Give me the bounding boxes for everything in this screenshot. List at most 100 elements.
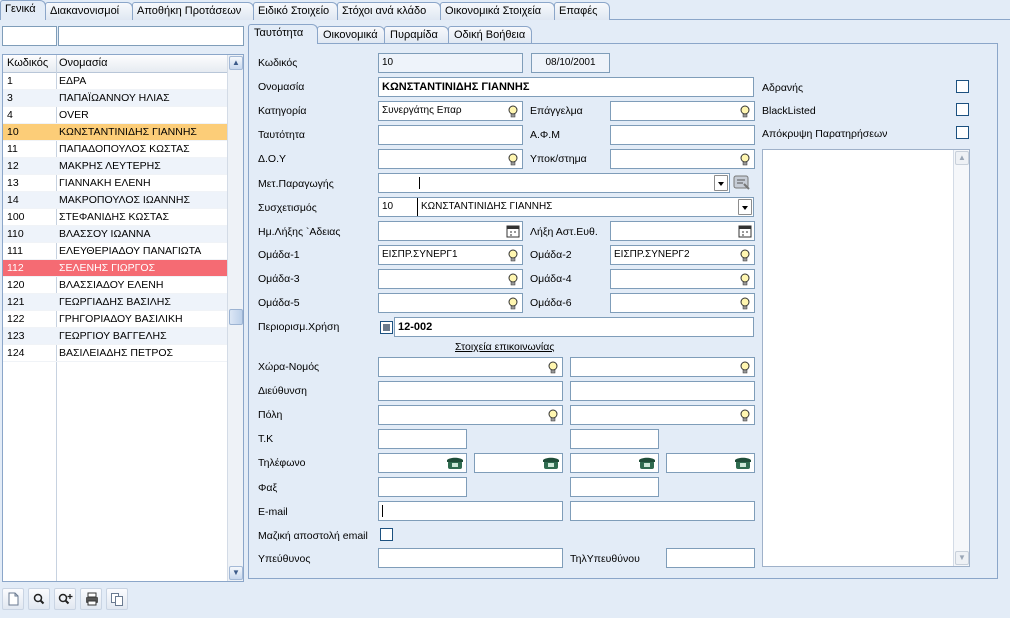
lookup-bulb-icon[interactable] — [738, 152, 752, 166]
tab-financial[interactable]: Οικονομικά Στοιχεία — [440, 2, 555, 20]
list-item[interactable]: 3 ΠΑΠΑΪΩΑΝΝΟΥ ΗΛΙΑΣ — [3, 90, 229, 107]
scroll-down-icon[interactable]: ▼ — [229, 566, 243, 580]
phone4-field[interactable] — [666, 453, 755, 473]
group6-field[interactable] — [610, 293, 755, 313]
list-item[interactable]: 124 ΒΑΣΙΛΕΙΑΔΗΣ ΠΕΤΡΟΣ — [3, 345, 229, 362]
calendar-icon[interactable] — [738, 224, 752, 238]
phone-icon[interactable] — [734, 456, 752, 470]
phone2-field[interactable] — [474, 453, 563, 473]
notes-scrollbar[interactable]: ▲ ▼ — [953, 150, 969, 566]
inactive-checkbox[interactable] — [956, 80, 969, 93]
group5-field[interactable] — [378, 293, 523, 313]
zip2-field[interactable] — [570, 429, 659, 449]
zip-field[interactable] — [378, 429, 467, 449]
tab-settlements[interactable]: Διακανονισμοί — [45, 2, 133, 20]
prefecture-field[interactable] — [570, 357, 755, 377]
association-select[interactable]: 10 ΚΩΝΣΤΑΝΤΙΝΙΔΗΣ ΓΙΑΝΝΗΣ — [378, 197, 754, 217]
list-item[interactable]: 14 ΜΑΚΡΟΠΟΥΛΟΣ ΙΩΑΝΝΗΣ — [3, 192, 229, 209]
group1-field[interactable]: ΕΙΣΠΡ.ΣΥΝΕΡΓ1 — [378, 245, 523, 265]
chevron-down-icon[interactable] — [738, 199, 752, 215]
lookup-bulb-icon[interactable] — [738, 248, 752, 262]
lookup-bulb-icon[interactable] — [738, 408, 752, 422]
lookup-bulb-icon[interactable] — [738, 360, 752, 374]
tab-branch-targets[interactable]: Στόχοι ανά κλάδο — [337, 2, 441, 20]
code-field[interactable]: 10 — [378, 53, 523, 73]
transfer-select[interactable] — [378, 173, 730, 193]
scroll-down-icon[interactable]: ▼ — [955, 551, 969, 565]
lookup-bulb-icon[interactable] — [506, 104, 520, 118]
chevron-down-icon[interactable] — [714, 175, 728, 191]
hide-notes-checkbox[interactable] — [956, 126, 969, 139]
email2-field[interactable] — [570, 501, 755, 521]
search-code-input[interactable] — [2, 26, 57, 46]
list-item[interactable]: 1 ΕΔΡΑ — [3, 73, 229, 90]
advanced-search-button[interactable] — [54, 588, 76, 610]
tab-road-assistance[interactable]: Οδική Βοήθεια — [448, 26, 532, 44]
blacklisted-checkbox[interactable] — [956, 103, 969, 116]
scroll-thumb[interactable] — [229, 309, 243, 325]
country-field[interactable] — [378, 357, 563, 377]
license-expiry-field[interactable] — [378, 221, 523, 241]
list-item[interactable]: 100 ΣΤΕΦΑΝΙΔΗΣ ΚΩΣΤΑΣ — [3, 209, 229, 226]
lookup-bulb-icon[interactable] — [506, 272, 520, 286]
lookup-bulb-icon[interactable] — [738, 296, 752, 310]
group3-field[interactable] — [378, 269, 523, 289]
tab-contacts[interactable]: Επαφές — [554, 2, 610, 20]
city2-field[interactable] — [570, 405, 755, 425]
address2-field[interactable] — [570, 381, 755, 401]
fax-field[interactable] — [378, 477, 467, 497]
print-button[interactable] — [80, 588, 102, 610]
notes-textarea[interactable]: ▲ ▼ — [762, 149, 970, 567]
responsible-field[interactable] — [378, 548, 563, 568]
phone3-field[interactable] — [570, 453, 659, 473]
list-item[interactable]: 12 ΜΑΚΡΗΣ ΛΕΥΤΕΡΗΣ — [3, 158, 229, 175]
list-item[interactable]: 4 OVER — [3, 107, 229, 124]
lookup-bulb-icon[interactable] — [546, 360, 560, 374]
notes-icon[interactable] — [733, 174, 751, 192]
city-field[interactable] — [378, 405, 563, 425]
fax2-field[interactable] — [570, 477, 659, 497]
lookup-bulb-icon[interactable] — [738, 272, 752, 286]
tab-economics[interactable]: Οικονομικά — [317, 26, 385, 44]
restricted-use-field[interactable]: 12-002 — [394, 317, 754, 337]
group2-field[interactable]: ΕΙΣΠΡ.ΣΥΝΕΡΓ2 — [610, 245, 755, 265]
list-item[interactable]: 121 ΓΕΩΡΓΙΑΔΗΣ ΒΑΣΙΛΗΣ — [3, 294, 229, 311]
tab-special-item[interactable]: Ειδικό Στοιχείο — [253, 2, 338, 20]
list-scrollbar[interactable]: ▲ ▼ — [227, 55, 243, 581]
date-field[interactable]: 08/10/2001 — [531, 53, 610, 73]
list-item[interactable]: 10 ΚΩΝΣΤΑΝΤΙΝΙΔΗΣ ΓΙΑΝΝΗΣ — [3, 124, 229, 141]
search-button[interactable] — [28, 588, 50, 610]
phone-icon[interactable] — [446, 456, 464, 470]
tab-identity[interactable]: Ταυτότητα — [248, 24, 318, 44]
email-field[interactable] — [378, 501, 563, 521]
list-item[interactable]: 111 ΕΛΕΥΘΕΡΙΑΔΟΥ ΠΑΝΑΓΙΩΤΑ — [3, 243, 229, 260]
column-name-header[interactable]: Ονομασία — [59, 55, 107, 72]
list-item[interactable]: 122 ΓΡΗΓΟΡΙΑΔΟΥ ΒΑΣΙΛΙΚΗ — [3, 311, 229, 328]
scroll-up-icon[interactable]: ▲ — [955, 151, 969, 165]
profession-field[interactable] — [610, 101, 755, 121]
scroll-up-icon[interactable]: ▲ — [229, 56, 243, 70]
afm-field[interactable] — [610, 125, 755, 145]
phone-icon[interactable] — [638, 456, 656, 470]
list-item[interactable]: 112 ΣΕΛΕΝΗΣ ΓΙΩΡΓΟΣ — [3, 260, 229, 277]
id-field[interactable] — [378, 125, 523, 145]
lookup-bulb-icon[interactable] — [738, 104, 752, 118]
new-record-button[interactable] — [2, 588, 24, 610]
list-item[interactable]: 13 ΓΙΑΝΝΑΚΗ ΕΛΕΝΗ — [3, 175, 229, 192]
restricted-use-checkbox[interactable] — [380, 321, 393, 334]
search-name-input[interactable] — [58, 26, 244, 46]
lookup-bulb-icon[interactable] — [506, 296, 520, 310]
list-item[interactable]: 110 ΒΛΑΣΣΟΥ ΙΩΑΝΝΑ — [3, 226, 229, 243]
category-field[interactable]: Συνεργάτης Επαρ — [378, 101, 523, 121]
group4-field[interactable] — [610, 269, 755, 289]
mass-email-checkbox[interactable] — [380, 528, 393, 541]
lookup-bulb-icon[interactable] — [546, 408, 560, 422]
address-field[interactable] — [378, 381, 563, 401]
copy-button[interactable] — [106, 588, 128, 610]
doy-field[interactable] — [378, 149, 523, 169]
name-field[interactable]: ΚΩΝΣΤΑΝΤΙΝΙΔΗΣ ΓΙΑΝΝΗΣ — [378, 77, 754, 97]
column-code-header[interactable]: Κωδικός — [7, 55, 48, 72]
list-item[interactable]: 123 ΓΕΩΡΓΙΟΥ ΒΑΓΓΕΛΗΣ — [3, 328, 229, 345]
lookup-bulb-icon[interactable] — [506, 152, 520, 166]
lookup-bulb-icon[interactable] — [506, 248, 520, 262]
